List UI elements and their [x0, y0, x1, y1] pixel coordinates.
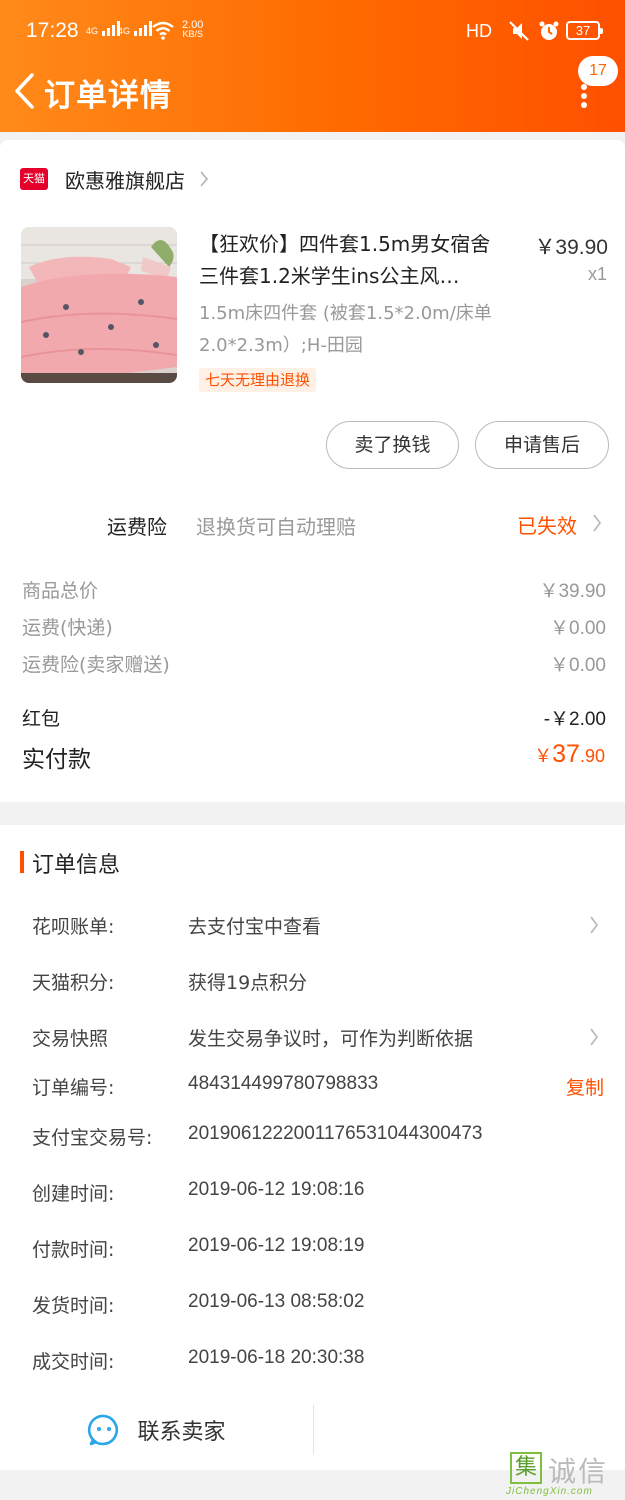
status-bar: 17:28 4G 4G 2.00 KB/S HD 37 — [0, 0, 625, 62]
mute-icon — [509, 21, 529, 41]
insurance-label: 运费险 — [107, 515, 167, 539]
app-header: 17:28 4G 4G 2.00 KB/S HD 37 订单详情 17 — [0, 0, 625, 132]
insurance-status: 已失效 — [517, 514, 577, 538]
paid-amount: ￥37.90 — [534, 740, 605, 768]
tmall-logo: 天猫 — [20, 168, 48, 190]
info-row-created-time: 创建时间: 2019-06-12 19:08:16 — [32, 1179, 365, 1205]
sell-button[interactable]: 卖了换钱 — [326, 421, 459, 469]
divider — [313, 1405, 314, 1455]
page-title: 订单详情 — [44, 78, 172, 114]
info-row-snapshot[interactable]: 交易快照 发生交易争议时，可作为判断依据 — [32, 1024, 607, 1058]
fee-row-goods-total: 商品总价 ￥39.90 — [22, 580, 606, 602]
wifi-icon — [152, 21, 174, 40]
order-info-card: 订单信息 花呗账单: 去支付宝中查看 天猫积分: 获得19点积分 交易快照 发生… — [0, 825, 625, 1470]
chevron-right-icon — [593, 514, 602, 532]
contact-seller-button[interactable]: 联系卖家 — [0, 1405, 313, 1455]
chevron-right-icon — [590, 1028, 599, 1046]
product-title[interactable]: 【狂欢价】四件套1.5m男女宿舍三件套1.2米学生ins公主风… — [199, 228, 509, 292]
section-accent-bar — [20, 851, 24, 873]
info-row-paid-time: 付款时间: 2019-06-12 19:08:19 — [32, 1235, 365, 1261]
fee-row-shipping: 运费(快递) ￥0.00 — [22, 617, 606, 639]
insurance-desc: 退换货可自动理赔 — [196, 515, 356, 539]
shop-name: 欧惠雅旗舰店 — [65, 168, 185, 193]
signal-icon: 4G — [86, 20, 120, 36]
info-row-completed-time: 成交时间: 2019-06-18 20:30:38 — [32, 1347, 365, 1373]
info-row-huabei[interactable]: 花呗账单: 去支付宝中查看 — [32, 912, 607, 946]
battery-icon: 37 — [566, 21, 603, 40]
order-summary-card: 天猫 欧惠雅旗舰店 【狂欢价】四件套1.5m男女宿舍三件套1.2米学生ins公主… — [0, 140, 625, 802]
alarm-icon — [539, 21, 559, 40]
info-row-order-number: 订单编号: 484314499780798833 复制 — [32, 1073, 604, 1100]
info-row-shipped-time: 发货时间: 2019-06-13 08:58:02 — [32, 1291, 365, 1317]
product-quantity: x1 — [587, 264, 607, 284]
fee-row-red-packet: 红包 -￥2.00 — [22, 708, 606, 730]
chevron-right-icon — [590, 916, 599, 934]
info-row-points: 天猫积分: 获得19点积分 — [32, 972, 308, 994]
status-time: 17:28 — [26, 19, 79, 42]
watermark-url: JiChengXin.com — [506, 1486, 593, 1497]
hd-indicator: HD — [466, 21, 492, 41]
fee-row-insurance: 运费险(卖家赠送) ￥0.00 — [22, 654, 606, 676]
more-icon[interactable] — [580, 84, 588, 108]
product-sku: 1.5m床四件套 (被套1.5*2.0m/床单2.0*2.3m）;H-田园 — [199, 303, 492, 356]
shop-link[interactable]: 天猫 欧惠雅旗舰店 — [20, 164, 209, 194]
contact-seller-label: 联系卖家 — [137, 1420, 226, 1445]
watermark-logo: 集 诚信 JiChengXin.com — [506, 1450, 625, 1500]
signal-icon: 4G — [118, 20, 152, 36]
product-price: ￥39.90 — [534, 236, 608, 259]
return-policy-tag: 七天无理由退换 — [199, 368, 317, 392]
watermark-text: 诚信 — [548, 1455, 609, 1488]
message-count-badge[interactable]: 17 — [578, 56, 618, 86]
copy-button[interactable]: 复制 — [566, 1073, 604, 1100]
paid-label: 实付款 — [22, 747, 91, 773]
back-icon[interactable] — [12, 72, 36, 110]
info-row-alipay-number: 支付宝交易号: 2019061222001176531044300473 — [32, 1123, 483, 1149]
chevron-right-icon — [200, 171, 209, 187]
chat-bubble-icon — [88, 1414, 119, 1446]
section-title: 订单信息 — [32, 853, 121, 878]
watermark-box: 集 — [510, 1452, 542, 1484]
network-speed: 2.00 KB/S — [182, 19, 204, 39]
product-image[interactable] — [21, 227, 177, 383]
after-sale-button[interactable]: 申请售后 — [475, 421, 609, 469]
